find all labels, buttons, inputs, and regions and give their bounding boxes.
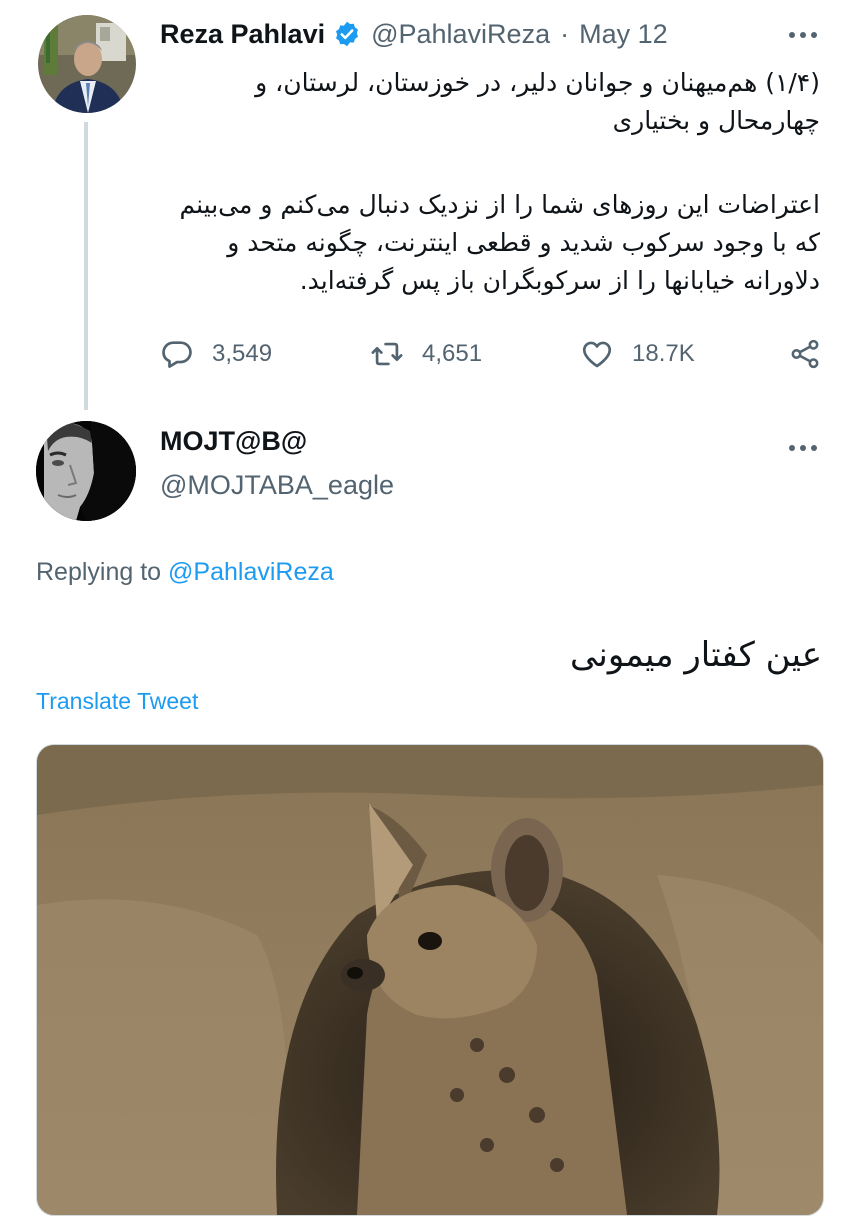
author-avatar[interactable]	[38, 15, 136, 113]
reply-author-name[interactable]: MOJT@B@	[160, 426, 307, 457]
reply-count: 3,549	[212, 340, 273, 367]
share-icon	[788, 337, 822, 371]
reply-button[interactable]: 3,549	[160, 337, 272, 371]
like-icon	[580, 337, 614, 371]
retweet-button[interactable]: 4,651	[370, 337, 482, 371]
reply-tweet-text: عین کفتار میمونی	[570, 635, 822, 675]
replying-to-handle-link[interactable]: @PahlaviReza	[168, 558, 334, 586]
share-button[interactable]	[788, 337, 822, 371]
retweet-count: 4,651	[422, 340, 483, 367]
tweet-text-paragraph-1: (۱/۴) هم‌میهنان و جوانان دلیر، در خوزستا…	[255, 68, 820, 135]
tweet-text-paragraph-2: اعتراضات این روزهای شما را از نزدیک دنبا…	[179, 190, 820, 295]
author-name[interactable]: Reza Pahlavi	[160, 19, 325, 50]
author-handle[interactable]: @PahlaviReza	[371, 19, 550, 50]
replying-to-line: Replying to @PahlaviReza	[36, 558, 334, 587]
tweet-media-image[interactable]	[36, 744, 824, 1216]
reply-icon	[160, 337, 194, 371]
verified-badge-icon	[333, 20, 361, 48]
tweet-actions: 3,549 4,651 18.7K	[160, 334, 825, 374]
like-button[interactable]: 18.7K	[580, 337, 695, 371]
like-count: 18.7K	[632, 340, 695, 367]
tweet-header: Reza Pahlavi @PahlaviReza · May 12	[160, 14, 668, 54]
translate-tweet-link[interactable]: Translate Tweet	[36, 688, 198, 715]
retweet-icon	[370, 337, 404, 371]
tweet-date[interactable]: May 12	[579, 19, 668, 50]
more-icon[interactable]	[786, 431, 820, 465]
reply-author-avatar[interactable]	[36, 421, 136, 521]
thread-connector-line	[84, 122, 88, 410]
reply-author-handle[interactable]: @MOJTABA_eagle	[160, 470, 394, 501]
replying-to-label: Replying to	[36, 558, 162, 586]
more-icon[interactable]	[786, 18, 820, 52]
separator-dot: ·	[560, 18, 570, 49]
